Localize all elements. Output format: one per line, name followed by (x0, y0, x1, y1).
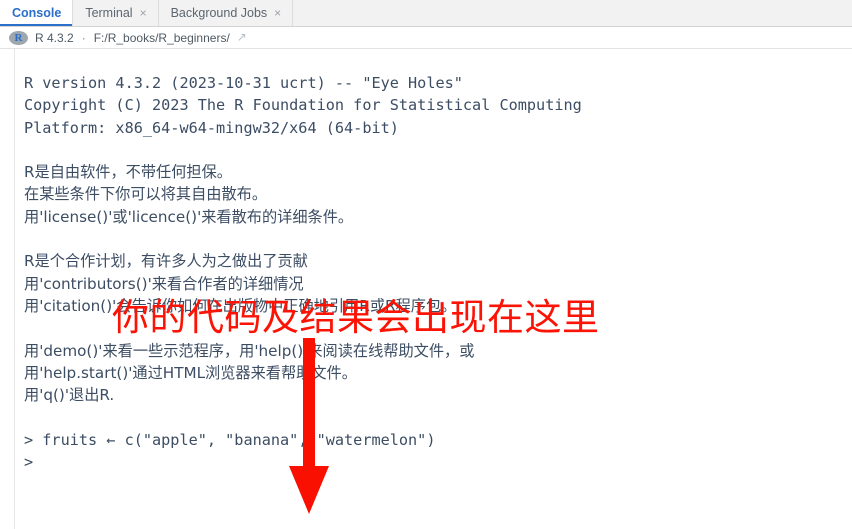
tab-terminal-label: Terminal (85, 6, 133, 20)
tab-console-label: Console (12, 6, 62, 20)
r-logo-letter: R (14, 31, 23, 44)
console-line: 用'contributors()'来看合作者的详细情况 (24, 274, 304, 293)
console-line: Platform: x86_64-w64-mingw32/x64 (64-bit… (24, 118, 399, 137)
console-path-bar: R R 4.3.2 · F:/R_books/R_beginners/ ↗ (0, 27, 852, 49)
console-line: 用'demo()'来看一些示范程序，用'help()'来阅读在线帮助文件，或 (24, 341, 475, 360)
console-left-rule (14, 49, 15, 529)
working-directory-link[interactable]: F:/R_books/R_beginners/ (94, 31, 230, 45)
console-line: R是自由软件，不带任何担保。 (24, 163, 232, 182)
console-pane-tabbar: Console Terminal × Background Jobs × (0, 0, 852, 27)
console-line: 用'help.start()'通过HTML浏览器来看帮助文件。 (24, 363, 357, 382)
tab-background-jobs[interactable]: Background Jobs × (158, 0, 294, 26)
console-line: > fruits ← c("apple", "banana", "waterme… (24, 430, 436, 449)
console-line: 在某些条件下你可以将其自由散布。 (24, 185, 267, 204)
console-output-pane[interactable]: R version 4.3.2 (2023-10-31 ucrt) -- "Ey… (0, 49, 852, 529)
console-line: 用'license()'或'licence()'来看散布的详细条件。 (24, 207, 354, 226)
console-line: R version 4.3.2 (2023-10-31 ucrt) -- "Ey… (24, 74, 463, 92)
r-logo-icon: R (9, 30, 28, 45)
console-line: 用'citation()'会告诉你如何在出版物中正确地引用R或R程序包。 (24, 296, 457, 315)
close-icon[interactable]: × (273, 7, 281, 19)
tabbar-filler (293, 0, 852, 26)
console-text-buffer: R version 4.3.2 (2023-10-31 ucrt) -- "Ey… (24, 72, 852, 473)
console-line: 用'q()'退出R. (24, 386, 115, 405)
console-line: Copyright (C) 2023 The R Foundation for … (24, 96, 582, 115)
console-line: R是个合作计划，有许多人为之做出了贡献 (24, 252, 308, 271)
expand-arrow-icon[interactable]: ↗ (237, 30, 247, 44)
tab-console[interactable]: Console (0, 0, 74, 26)
path-separator: · (81, 30, 86, 45)
tab-background-jobs-label: Background Jobs (170, 6, 268, 20)
console-line: > (24, 453, 34, 472)
tab-terminal[interactable]: Terminal × (73, 0, 159, 26)
r-version-label: R 4.3.2 (35, 30, 74, 45)
close-icon[interactable]: × (139, 7, 147, 19)
